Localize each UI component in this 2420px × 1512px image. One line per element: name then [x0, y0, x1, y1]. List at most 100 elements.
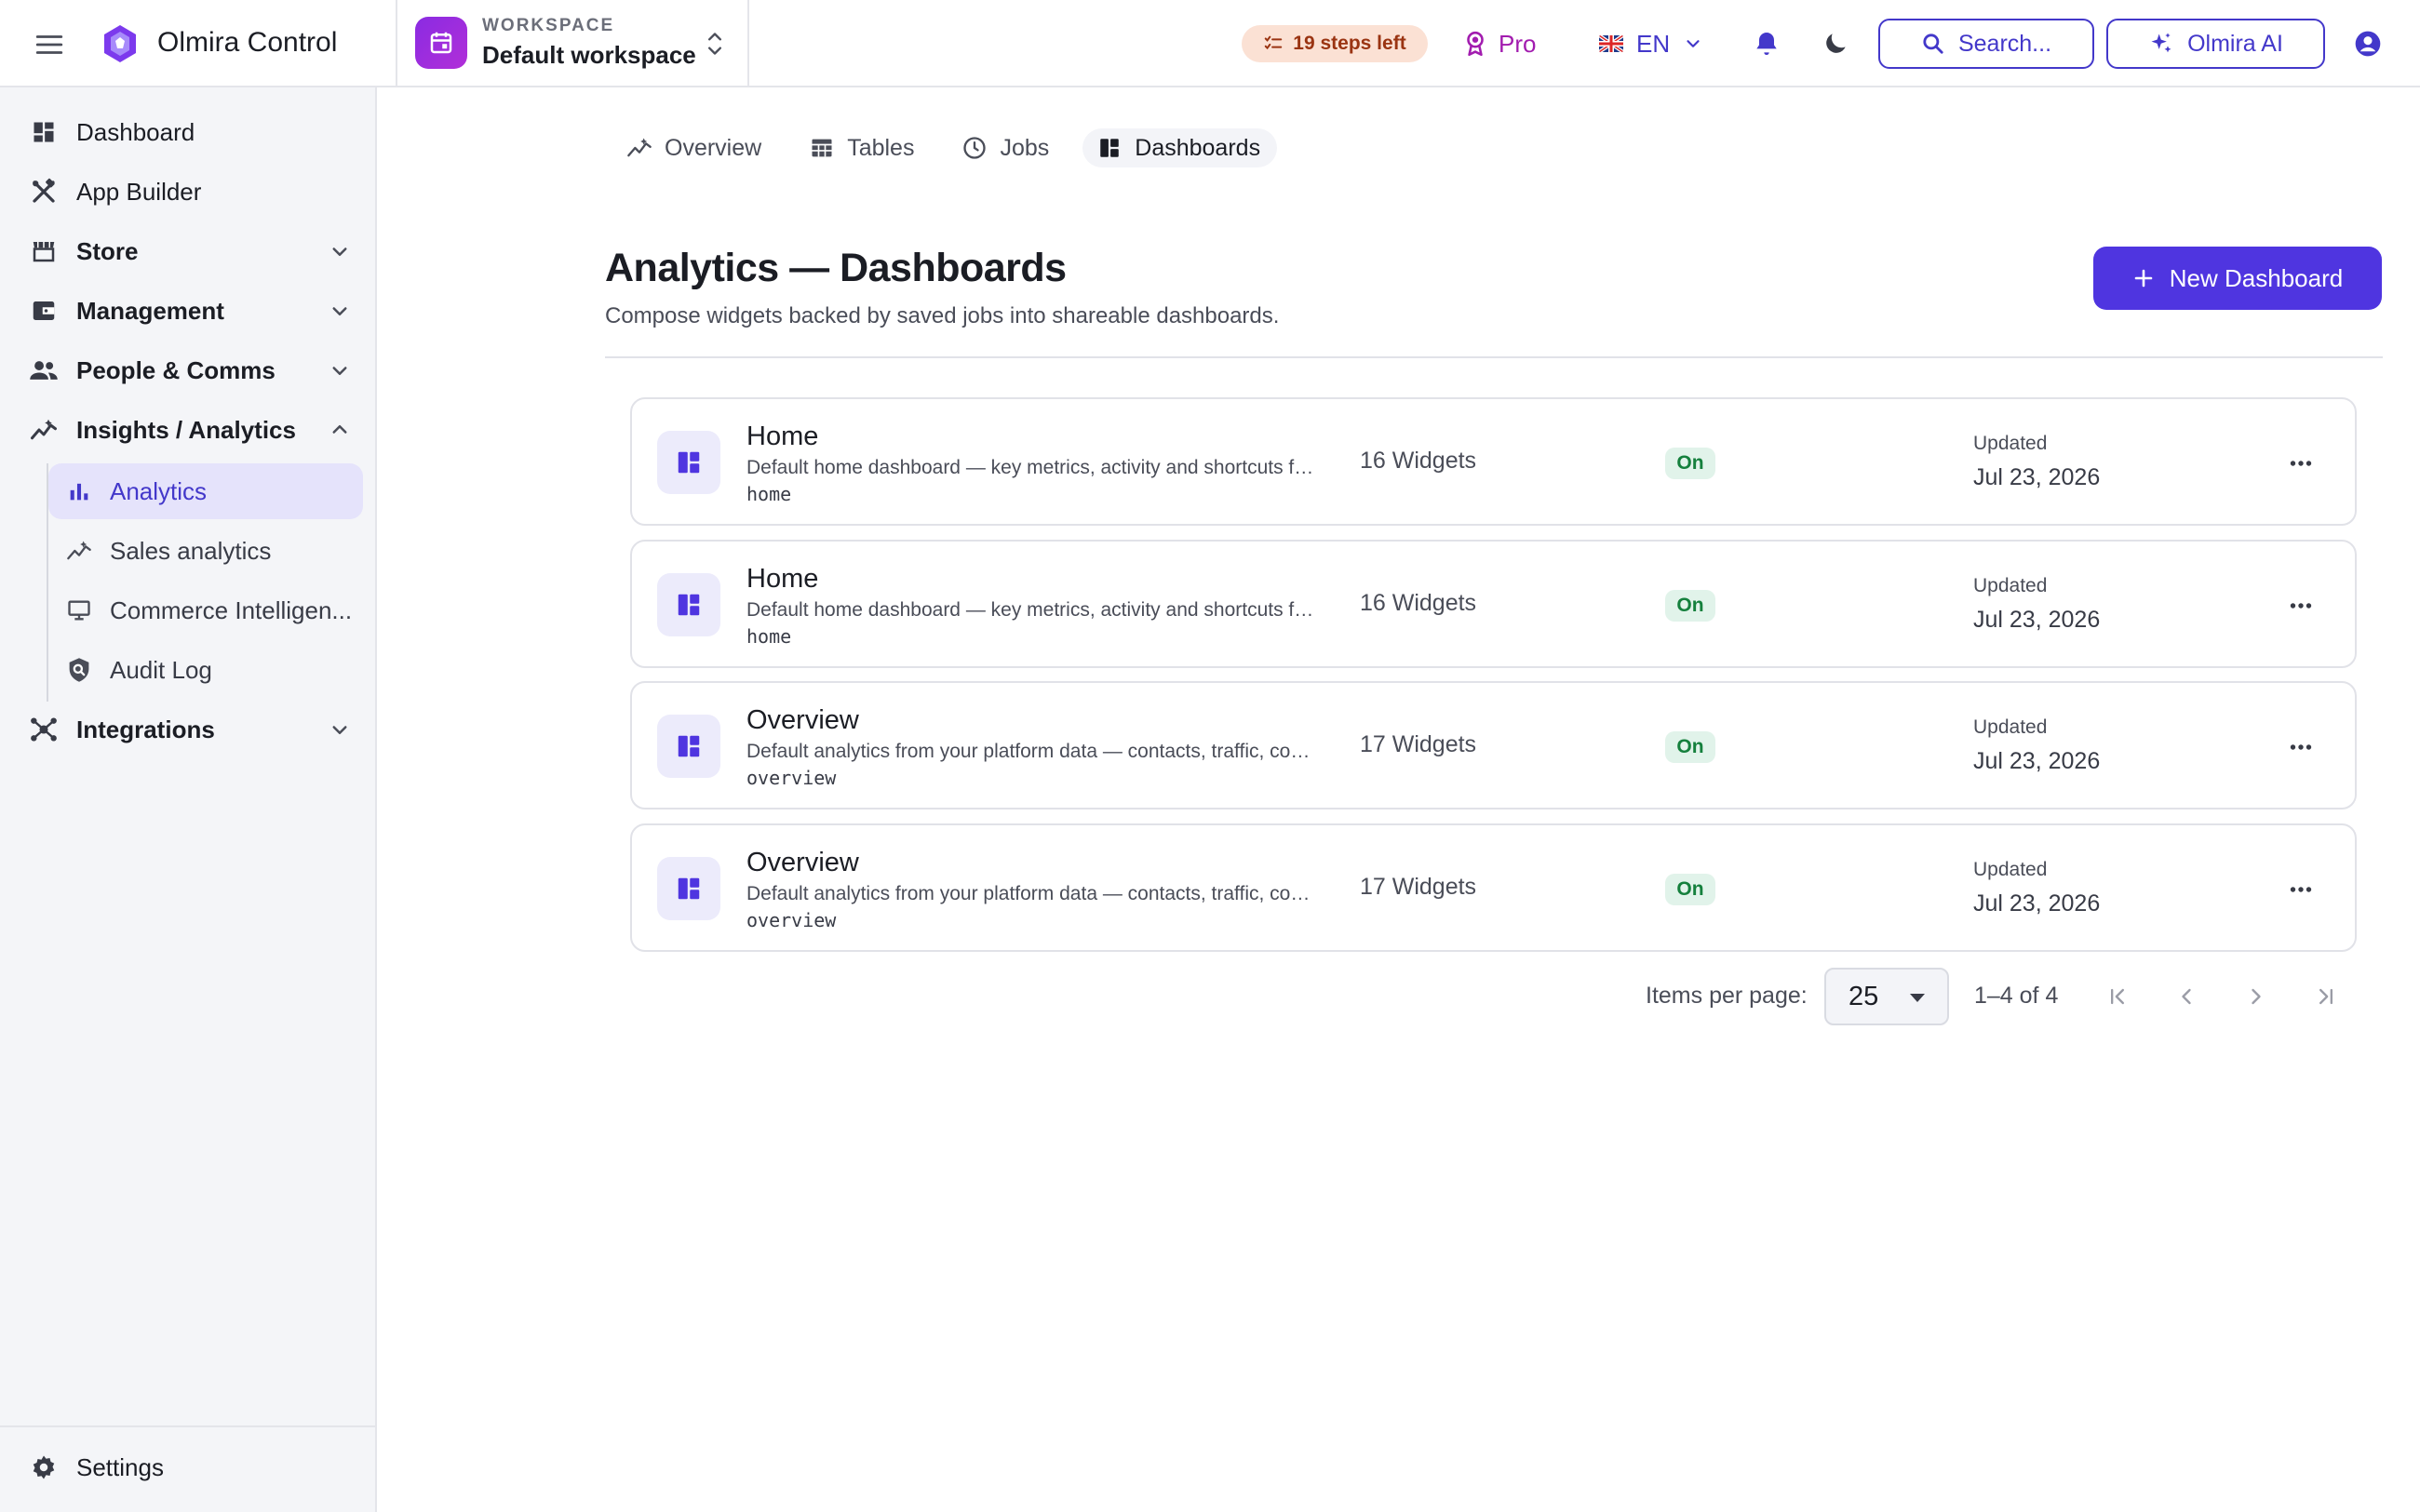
unfold-icon[interactable] — [702, 28, 728, 60]
sidebar-item-audit-log[interactable]: Audit Log — [48, 642, 363, 698]
plus-icon — [2132, 267, 2155, 289]
divider — [605, 356, 2383, 358]
chevron-down-icon — [1683, 33, 1703, 54]
sidebar-item-analytics[interactable]: Analytics — [48, 463, 363, 519]
sidebar-item-management[interactable]: Management — [28, 285, 363, 337]
sidebar-item-store[interactable]: Store — [28, 225, 363, 277]
section-tabs: Overview Tables Jobs Dashboards — [612, 128, 1278, 167]
new-dashboard-button[interactable]: New Dashboard — [2093, 247, 2382, 310]
dashboard-slug: overview — [746, 767, 837, 789]
widget-count: 17 Widgets — [1360, 874, 1477, 900]
status-badge: On — [1665, 590, 1715, 622]
updated-label: Updated — [1973, 859, 2048, 880]
dashboard-slug: home — [746, 483, 792, 505]
widget-count: 16 Widgets — [1360, 590, 1477, 616]
more-horizontal-icon[interactable] — [2285, 590, 2317, 622]
dark-mode-moon-icon[interactable] — [1821, 29, 1850, 59]
sidebar-item-label: App Builder — [76, 177, 202, 206]
tab-tables[interactable]: Tables — [795, 128, 931, 167]
workspace-calendar-icon[interactable] — [415, 17, 467, 69]
sidebar-item-label: Insights / Analytics — [76, 415, 296, 444]
olmira-logo-icon[interactable] — [99, 22, 141, 65]
insights-icon — [28, 414, 60, 446]
sidebar-item-label: Management — [76, 296, 224, 325]
language-selector[interactable]: EN — [1599, 26, 1703, 61]
tab-jobs[interactable]: Jobs — [948, 128, 1066, 167]
top-bar: Olmira Control WORKSPACE Default workspa… — [0, 0, 2420, 87]
dashboard-icon — [657, 857, 720, 920]
page-size-select[interactable]: 25 — [1824, 968, 1949, 1025]
dashboard-row[interactable]: Overview Default analytics from your pla… — [630, 823, 2357, 952]
sidebar-item-label: Commerce Intelligen... — [110, 595, 353, 624]
widget-count: 17 Widgets — [1360, 731, 1477, 757]
chevron-down-icon — [326, 297, 354, 325]
sidebar-item-app-builder[interactable]: App Builder — [28, 166, 363, 218]
dashboard-row[interactable]: Home Default home dashboard — key metric… — [630, 397, 2357, 526]
steps-left-label: 19 steps left — [1293, 33, 1406, 54]
sidebar-item-label: People & Comms — [76, 355, 276, 384]
workspace-kicker: WORKSPACE — [482, 16, 615, 35]
previous-page-icon[interactable] — [2171, 981, 2202, 1012]
sparkle-icon — [2148, 31, 2174, 57]
sidebar-item-insights-analytics[interactable]: Insights / Analytics — [28, 404, 363, 456]
search-button[interactable]: Search... — [1878, 19, 2094, 69]
steps-left-badge[interactable]: 19 steps left — [1242, 25, 1428, 62]
dashboard-row[interactable]: Overview Default analytics from your pla… — [630, 681, 2357, 810]
account-icon[interactable] — [2353, 29, 2383, 59]
bar-chart-icon — [63, 475, 95, 507]
dashboard-title[interactable]: Overview — [746, 705, 859, 736]
ai-label: Olmira AI — [2187, 30, 2283, 57]
page-title: Analytics — Dashboards — [605, 246, 1067, 290]
tab-dashboards[interactable]: Dashboards — [1082, 128, 1278, 167]
tab-overview[interactable]: Overview — [612, 128, 778, 167]
updated-label: Updated — [1973, 433, 2048, 454]
dashboard-title[interactable]: Home — [746, 564, 818, 595]
last-page-icon[interactable] — [2310, 981, 2342, 1012]
sidebar-item-sales-analytics[interactable]: Sales analytics — [48, 523, 363, 579]
next-page-icon[interactable] — [2240, 981, 2272, 1012]
uk-flag-icon — [1599, 35, 1623, 52]
widget-count: 16 Widgets — [1360, 448, 1477, 474]
dashboard-row[interactable]: Home Default home dashboard — key metric… — [630, 540, 2357, 668]
dashboard-description: Default analytics from your platform dat… — [746, 883, 1324, 904]
updated-label: Updated — [1973, 716, 2048, 738]
gear-icon — [28, 1452, 60, 1483]
ai-assistant-button[interactable]: Olmira AI — [2106, 19, 2325, 69]
page-subtitle: Compose widgets backed by saved jobs int… — [605, 303, 1280, 328]
more-horizontal-icon[interactable] — [2285, 874, 2317, 905]
app-builder-icon — [28, 176, 60, 207]
divider — [747, 0, 749, 87]
dashboard-description: Default home dashboard — key metrics, ac… — [746, 457, 1324, 478]
workspace-name[interactable]: Default workspace — [482, 41, 696, 70]
dashboard-icon — [657, 573, 720, 636]
menu-icon[interactable] — [34, 29, 65, 60]
dashboard-title[interactable]: Home — [746, 421, 818, 452]
dashboard-slug: home — [746, 625, 792, 648]
chevron-down-icon — [326, 356, 354, 384]
sidebar-item-commerce-intelligence[interactable]: Commerce Intelligen... — [48, 582, 363, 638]
more-horizontal-icon[interactable] — [2285, 731, 2317, 763]
updated-label: Updated — [1973, 575, 2048, 596]
first-page-icon[interactable] — [2102, 981, 2133, 1012]
status-badge: On — [1665, 448, 1715, 479]
search-icon — [1921, 32, 1945, 56]
chevron-up-icon — [326, 416, 354, 444]
sidebar-item-label: Sales analytics — [110, 536, 272, 565]
sidebar-item-settings[interactable]: Settings — [28, 1441, 363, 1493]
dashboard-icon — [657, 715, 720, 778]
clock-icon — [961, 134, 988, 162]
plan-badge[interactable]: Pro — [1463, 26, 1536, 61]
dashboard-icon — [1096, 134, 1123, 162]
updated-date: Jul 23, 2026 — [1973, 890, 2101, 917]
more-horizontal-icon[interactable] — [2285, 448, 2317, 479]
bell-icon[interactable] — [1752, 29, 1781, 59]
dashboard-description: Default analytics from your platform dat… — [746, 741, 1324, 762]
sidebar-item-dashboard[interactable]: Dashboard — [28, 106, 363, 158]
trend-icon — [625, 134, 653, 162]
chevron-down-icon — [326, 716, 354, 743]
sidebar-item-label: Settings — [76, 1452, 164, 1481]
chevron-down-icon — [326, 237, 354, 265]
sidebar-item-people-comms[interactable]: People & Comms — [28, 344, 363, 396]
sidebar-item-integrations[interactable]: Integrations — [28, 703, 363, 756]
dashboard-title[interactable]: Overview — [746, 848, 859, 878]
